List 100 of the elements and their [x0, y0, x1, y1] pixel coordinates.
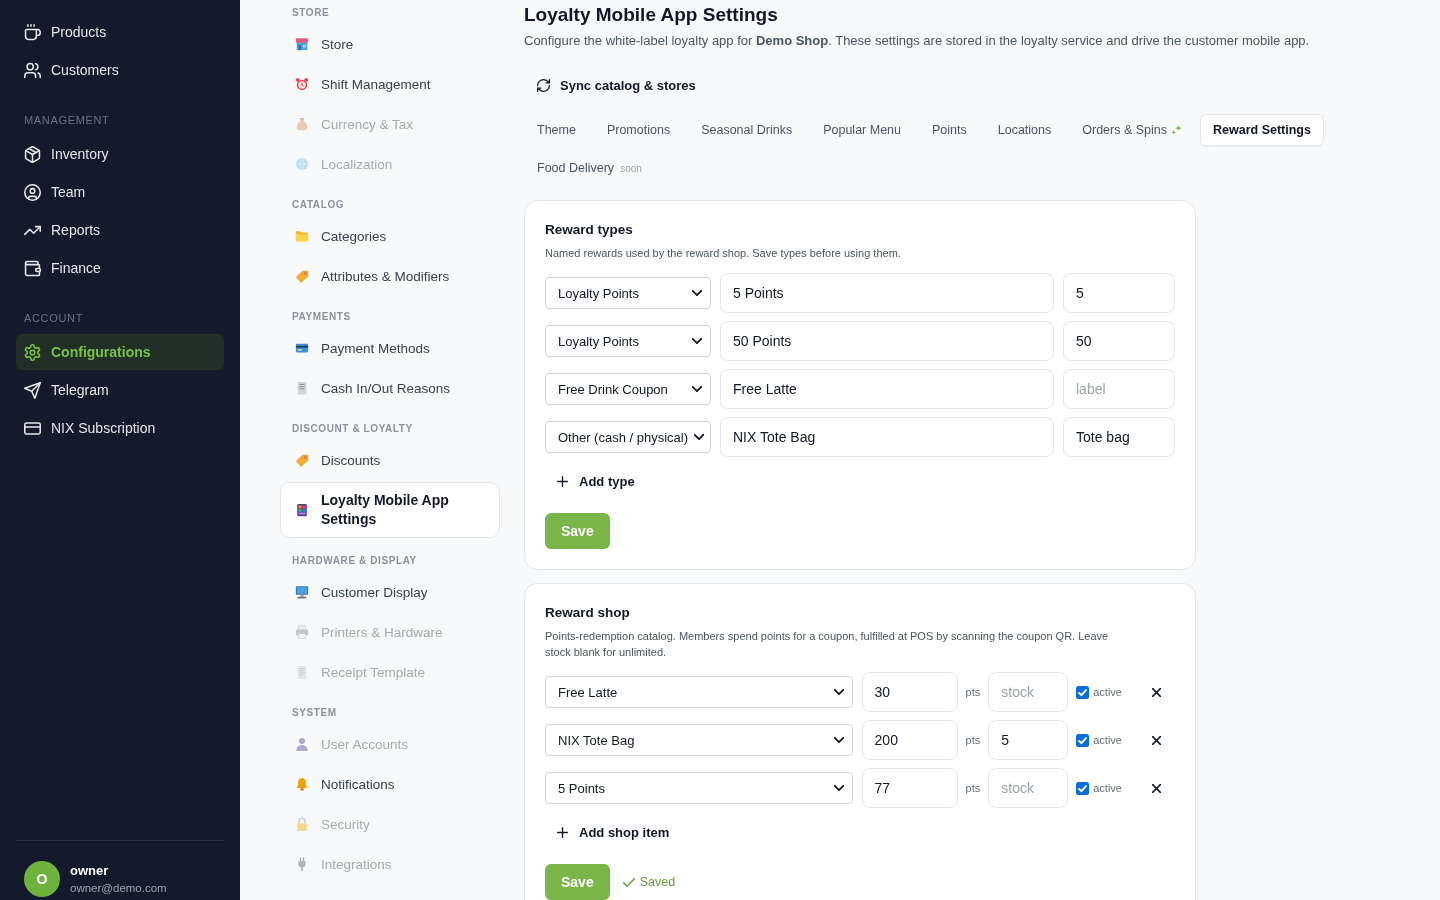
- checkbox[interactable]: [1076, 733, 1090, 747]
- section-heading: DISCOUNT & LOYALTY: [291, 422, 414, 436]
- tab[interactable]: Points: [919, 114, 980, 146]
- settings-nav-item[interactable]: Attributes & Modifiers: [280, 256, 500, 296]
- sidebar-item[interactable]: Telegram: [16, 372, 224, 408]
- sidebar-item[interactable]: NIX Subscription: [16, 410, 224, 446]
- points-field[interactable]: 77: [861, 768, 958, 808]
- tab[interactable]: Promotions: [593, 114, 684, 146]
- receipt-icon: [295, 381, 309, 395]
- card-title: Reward types: [545, 221, 634, 239]
- section-heading: CATALOG: [291, 198, 346, 212]
- reward-name-field[interactable]: Free Latte: [720, 369, 1054, 409]
- reward-label-field[interactable]: 5: [1063, 273, 1175, 313]
- reward-label-field[interactable]: label: [1063, 369, 1175, 409]
- plus-icon: [557, 475, 568, 487]
- settings-nav-item[interactable]: Shift Management: [280, 64, 500, 104]
- credit-card-icon: [24, 419, 41, 437]
- unit-label: pts: [965, 782, 981, 794]
- close-icon: [1151, 735, 1161, 745]
- sync-button[interactable]: Sync catalog & stores: [524, 67, 709, 103]
- settings-nav-item[interactable]: Categories: [280, 216, 500, 256]
- checkbox-label: active: [1093, 686, 1122, 698]
- reward-select[interactable]: NIX Tote Bag: [545, 724, 853, 756]
- folder-icon: [295, 229, 309, 243]
- tablet-icon: [295, 503, 309, 517]
- stock-field[interactable]: 5: [988, 720, 1069, 760]
- reward-type-select[interactable]: Free Drink Coupon: [545, 373, 711, 405]
- points-field[interactable]: 200: [861, 720, 958, 760]
- person-icon: [295, 737, 309, 751]
- add-type-button[interactable]: Add type: [545, 465, 647, 497]
- credit-card-icon: [295, 341, 309, 355]
- points-field[interactable]: 30: [861, 672, 958, 712]
- alarm-clock-icon: [295, 77, 309, 91]
- card-description: Named rewards used by the reward shop. Save types before using them.: [545, 246, 902, 261]
- reward-type-select[interactable]: Loyalty Points: [545, 277, 711, 309]
- reward-name-field[interactable]: NIX Tote Bag: [720, 417, 1054, 457]
- checkbox[interactable]: [1076, 685, 1090, 699]
- page-title: Loyalty Mobile App Settings: [524, 3, 779, 27]
- close-icon: [1151, 783, 1161, 793]
- tab[interactable]: Orders & Spins: [1069, 114, 1195, 146]
- lock-icon: [295, 817, 309, 831]
- coffee-cup-icon: [24, 23, 41, 41]
- card-description: Points-redemption catalog. Members spend points for a coupon, fulfilled at POS by scanning the coupon QR. Leave stock blank for unlimited.: [545, 629, 1110, 660]
- sidebar-item[interactable]: Products: [16, 14, 224, 50]
- sidebar-item[interactable]: Configurations: [16, 334, 224, 370]
- section-heading: PAYMENTS: [291, 310, 352, 324]
- wallet-icon: [24, 259, 41, 277]
- check-icon: [622, 877, 635, 887]
- settings-nav-item[interactable]: Payment Methods: [280, 328, 500, 368]
- checkbox[interactable]: [1076, 781, 1090, 795]
- page-description: Configure the white-label loyalty app for Demo Shop. These settings are stored in the loyalty service and drive the customer mobile app.: [524, 33, 1311, 49]
- reward-select[interactable]: 5 Points: [545, 772, 853, 804]
- section-heading: ACCOUNT: [23, 311, 84, 326]
- chevron-down-icon: [692, 290, 702, 296]
- tab[interactable]: Seasonal Drinks: [688, 114, 806, 146]
- section-heading: STORE: [291, 6, 331, 20]
- settings-nav-item[interactable]: Loyalty Mobile App Settings: [280, 482, 500, 538]
- section-heading: HARDWARE & DISPLAY: [291, 554, 418, 568]
- avatar: O: [24, 861, 60, 897]
- chevron-down-icon: [833, 785, 844, 791]
- section-heading: MANAGEMENT: [23, 113, 111, 128]
- tab[interactable]: Locations: [984, 114, 1065, 146]
- chevron-down-icon: [692, 338, 702, 344]
- tab[interactable]: Popular Menu: [810, 114, 914, 146]
- unit-label: pts: [965, 686, 981, 698]
- tab[interactable]: Reward Settings: [1200, 114, 1324, 146]
- user-circle-icon: [24, 183, 41, 201]
- sidebar-item[interactable]: Inventory: [16, 136, 224, 172]
- chevron-down-icon: [833, 737, 844, 743]
- stock-field[interactable]: stock: [988, 672, 1069, 712]
- globe-icon: [295, 157, 309, 171]
- settings-nav-item[interactable]: Notifications: [280, 764, 500, 804]
- chevron-down-icon: [694, 434, 705, 440]
- checkbox-label: active: [1093, 782, 1122, 794]
- reward-select[interactable]: Free Latte: [545, 676, 853, 708]
- reward-type-select[interactable]: Other (cash / physical): [545, 421, 711, 453]
- sidebar-item[interactable]: Customers: [16, 52, 224, 88]
- monitor-icon: [295, 585, 309, 599]
- close-icon: [1151, 687, 1161, 697]
- reward-type-select[interactable]: Loyalty Points: [545, 325, 711, 357]
- settings-nav-item[interactable]: Discounts: [280, 440, 500, 480]
- settings-nav-item[interactable]: Store: [280, 24, 500, 64]
- sidebar-item[interactable]: Reports: [16, 212, 224, 248]
- user-name: owner: [70, 861, 110, 880]
- reward-label-field[interactable]: 50: [1063, 321, 1175, 361]
- tab[interactable]: Theme: [524, 114, 589, 146]
- sidebar-item[interactable]: Finance: [16, 250, 224, 286]
- settings-nav-item[interactable]: Customer Display: [280, 572, 500, 612]
- add-shop-item-button[interactable]: Add shop item: [545, 816, 682, 848]
- stock-field[interactable]: stock: [988, 768, 1069, 808]
- users-icon: [24, 61, 41, 79]
- sparkle-icon: [1171, 124, 1182, 136]
- sidebar-item[interactable]: Team: [16, 174, 224, 210]
- unit-label: pts: [965, 734, 981, 746]
- section-heading: SYSTEM: [291, 706, 338, 720]
- settings-nav-item[interactable]: Cash In/Out Reasons: [280, 368, 500, 408]
- tab[interactable]: Food Delivery soon: [524, 152, 655, 184]
- reward-name-field[interactable]: 50 Points: [720, 321, 1054, 361]
- reward-label-field[interactable]: Tote bag: [1063, 417, 1175, 457]
- reward-name-field[interactable]: 5 Points: [720, 273, 1054, 313]
